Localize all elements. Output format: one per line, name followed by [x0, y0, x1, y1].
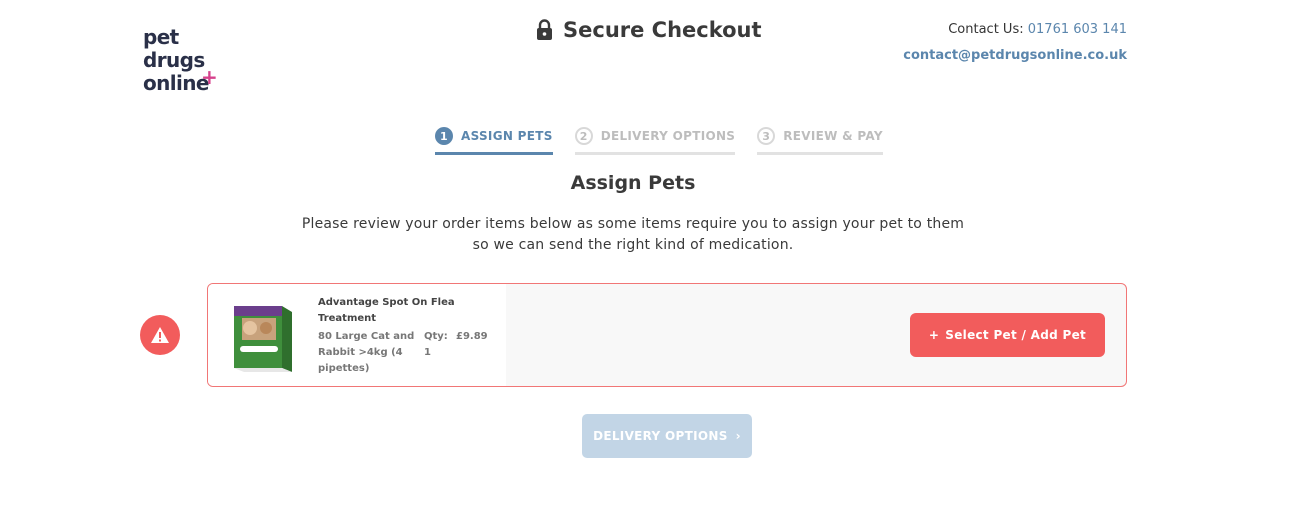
- product-quantity: Qty: 1: [424, 329, 448, 361]
- step-label: REVIEW & PAY: [783, 129, 883, 143]
- logo-text-pet: pet: [143, 25, 179, 49]
- select-pet-button[interactable]: + Select Pet / Add Pet: [910, 313, 1105, 357]
- step-delivery-options[interactable]: 2 DELIVERY OPTIONS: [574, 127, 736, 155]
- logo-text-drugs: drugs: [143, 48, 205, 72]
- step-assign-pets[interactable]: 1 ASSIGN PETS: [435, 127, 553, 155]
- contact-email-link[interactable]: contact@petdrugsonline.co.uk: [903, 48, 1127, 64]
- site-logo[interactable]: pet drugs online +: [143, 25, 218, 95]
- warning-icon: [140, 315, 180, 355]
- product-price: £9.89: [456, 331, 488, 342]
- order-item-card: Advantage Spot On Flea Treatment 80 Larg…: [207, 283, 1127, 387]
- qty-value: 1: [424, 347, 431, 358]
- step-label: ASSIGN PETS: [461, 129, 553, 143]
- qty-label: Qty:: [424, 331, 448, 342]
- intro-line-1: Please review your order items below as …: [301, 216, 965, 232]
- secure-checkout-title: Secure Checkout: [536, 18, 762, 42]
- lock-icon: [537, 19, 552, 40]
- plus-icon: +: [928, 328, 940, 342]
- delivery-options-button[interactable]: DELIVERY OPTIONS ›: [582, 414, 752, 458]
- chevron-right-icon: ›: [735, 429, 741, 443]
- contact-info: Contact Us: 01761 603 141 contact@petdru…: [903, 22, 1127, 64]
- product-image: [234, 306, 292, 372]
- logo-text-online: online: [143, 71, 210, 95]
- step-label: DELIVERY OPTIONS: [600, 129, 736, 143]
- contact-phone-link[interactable]: 01761 603 141: [1028, 22, 1127, 37]
- select-pet-label: Select Pet / Add Pet: [945, 328, 1087, 342]
- section-heading: Assign Pets: [570, 172, 696, 194]
- step-review-pay[interactable]: 3 REVIEW & PAY: [757, 127, 883, 155]
- alert-triangle-icon: [151, 327, 169, 343]
- page-title: Secure Checkout: [563, 18, 762, 42]
- step-number: 2: [574, 127, 593, 145]
- intro-text: Please review your order items below as …: [0, 214, 1266, 256]
- step-number: 1: [435, 127, 453, 145]
- contact-label: Contact Us:: [948, 22, 1024, 37]
- step-number: 3: [757, 127, 776, 145]
- product-variant: 80 Large Cat and Rabbit >4kg (4 pipettes…: [318, 331, 415, 374]
- intro-line-2: so we can send the right kind of medicat…: [472, 237, 794, 253]
- logo-plus-icon: +: [201, 65, 218, 89]
- product-panel: Advantage Spot On Flea Treatment 80 Larg…: [208, 284, 506, 386]
- delivery-options-label: DELIVERY OPTIONS: [593, 429, 728, 443]
- product-name: Advantage Spot On Flea Treatment: [318, 297, 455, 324]
- checkout-steps: 1 ASSIGN PETS 2 DELIVERY OPTIONS 3 REVIE…: [435, 127, 883, 155]
